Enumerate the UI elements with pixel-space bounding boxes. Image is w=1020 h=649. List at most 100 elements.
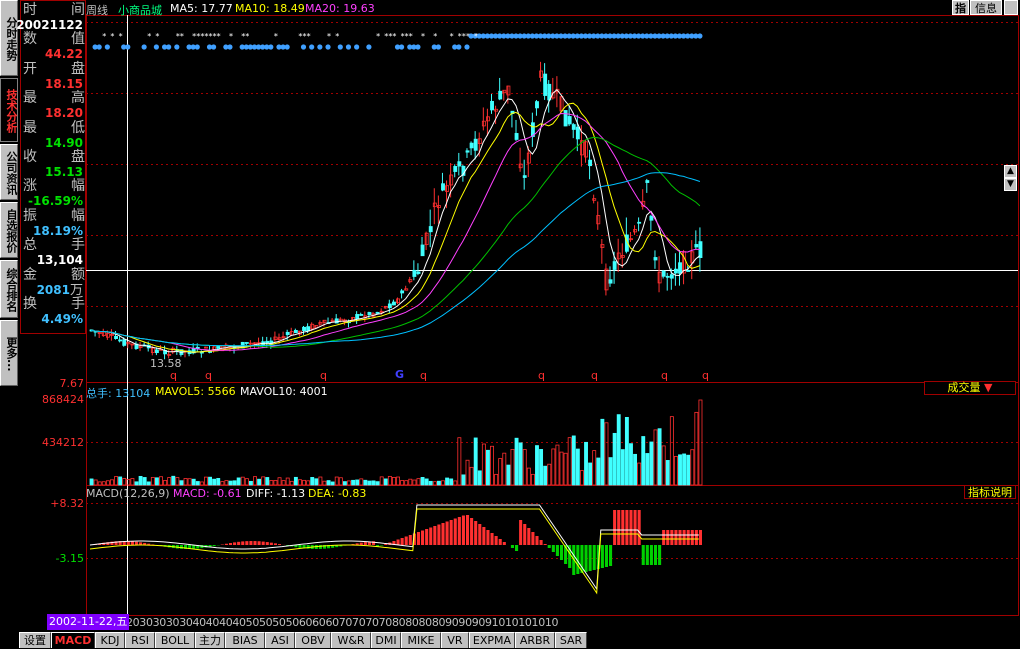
candle-body <box>114 335 119 340</box>
signal-star: * <box>147 32 151 41</box>
volume-bar <box>261 476 266 486</box>
volume-bar <box>130 478 135 486</box>
macd-bar <box>584 545 588 572</box>
volume-bar <box>110 479 114 486</box>
tab-vr[interactable]: VR <box>441 632 469 648</box>
macd-bar <box>257 541 261 545</box>
tab-wr[interactable]: W&R <box>331 632 371 648</box>
candle-body <box>204 346 208 349</box>
volume-bar <box>216 478 221 486</box>
signal-dot <box>284 44 290 50</box>
signal-dot <box>227 44 233 50</box>
candle-body <box>420 244 425 257</box>
volume-bar <box>334 476 339 486</box>
macd-bar <box>130 541 134 545</box>
stock-name: 小商品城 <box>118 4 162 17</box>
volume-bar <box>253 476 257 486</box>
macd-bar <box>482 527 486 545</box>
volume-bar <box>616 414 621 486</box>
diff-value: DIFF: -1.13 <box>246 487 306 500</box>
tab-dmi[interactable]: DMI <box>371 632 401 648</box>
volume-bar <box>293 476 298 486</box>
volume-bar <box>175 477 180 486</box>
tab-boll[interactable]: BOLL <box>155 632 195 648</box>
signal-star: * <box>433 32 437 41</box>
macd-bar <box>625 510 629 545</box>
macd-bar <box>686 530 690 545</box>
candle-body <box>330 319 335 322</box>
volume-axis-top: 868424 <box>42 393 84 406</box>
chart-canvas[interactable]: * * * * * * * * * * * * * * * * * * * * * * * * * * * * * * * * * * * * *q q q… <box>0 0 1020 631</box>
tab-[interactable]: 设置 <box>19 632 51 648</box>
date-axis-ticks: 2030303030404040405050505060606070707070… <box>126 616 559 629</box>
info-button[interactable]: 信息 <box>970 0 1002 15</box>
scroll-down-icon[interactable]: ▼ <box>1004 178 1017 191</box>
volume-bar <box>375 481 380 486</box>
macd-bar <box>249 541 253 545</box>
signal-dot <box>174 44 180 50</box>
tab-kdj[interactable]: KDJ <box>95 632 125 648</box>
candle-body <box>490 100 494 111</box>
macd-bar <box>494 536 498 545</box>
macd-bar <box>298 545 302 548</box>
volume-bar <box>367 480 372 486</box>
signal-dot <box>211 44 217 50</box>
macd-bar <box>449 520 453 545</box>
signal-dot <box>337 44 343 50</box>
tab-obv[interactable]: OBV <box>295 632 331 648</box>
volume-indicator-dropdown[interactable]: 成交量 ▼ <box>924 381 1016 395</box>
ma-line <box>90 102 701 353</box>
volume-bar <box>465 459 470 486</box>
signal-star: * <box>409 32 413 41</box>
volume-title: 总手: 13104 <box>86 387 151 400</box>
close-icon[interactable] <box>1004 0 1018 15</box>
macd-bar <box>547 545 551 548</box>
indicator-button[interactable]: 指 <box>952 0 969 15</box>
candle-body <box>359 314 364 316</box>
tab-[interactable]: 主力 <box>195 632 225 648</box>
mavol10-value: MAVOL10: 4001 <box>240 385 328 398</box>
signal-star: * <box>392 32 396 41</box>
macd-bar <box>690 530 694 545</box>
volume-bar <box>142 477 147 486</box>
macd-bar <box>658 545 662 565</box>
signal-dot <box>125 44 131 50</box>
macd-bar <box>212 545 216 547</box>
signal-dot <box>166 44 172 50</box>
q-marker: q <box>170 369 177 382</box>
scroll-up-icon[interactable]: ▲ <box>1004 165 1017 178</box>
volume-bar <box>694 411 699 486</box>
g-marker: G <box>395 368 404 381</box>
candle-body <box>469 142 474 149</box>
volume-bar <box>191 478 196 486</box>
candle-body <box>673 268 678 274</box>
candle-body <box>396 298 400 304</box>
tab-macd[interactable]: MACD <box>51 632 95 648</box>
macd-bar <box>380 545 384 546</box>
candle-body <box>273 336 278 340</box>
tab-asi[interactable]: ASI <box>265 632 295 648</box>
macd-bar <box>461 515 465 545</box>
chevron-down-icon: ▼ <box>984 381 993 394</box>
candle-body <box>318 322 323 325</box>
candle-body <box>539 70 544 78</box>
candle-body <box>379 310 384 313</box>
tab-bias[interactable]: BIAS <box>225 632 265 648</box>
volume-bar <box>122 478 127 486</box>
ma-line <box>90 88 701 354</box>
volume-bar <box>224 480 229 486</box>
tab-arbr[interactable]: ARBR <box>515 632 555 648</box>
volume-bar <box>232 480 237 486</box>
candle-body <box>130 343 135 346</box>
candle-body <box>686 270 691 272</box>
tab-mike[interactable]: MIKE <box>401 632 441 648</box>
candle-body <box>571 124 576 130</box>
tab-rsi[interactable]: RSI <box>125 632 155 648</box>
tab-expma[interactable]: EXPMA <box>469 632 515 648</box>
signal-dot <box>464 44 470 50</box>
tab-sar[interactable]: SAR <box>555 632 587 648</box>
indicator-explain-button[interactable]: 指标说明 <box>964 485 1016 499</box>
volume-bar <box>257 478 262 486</box>
volume-bar <box>580 470 584 486</box>
dea-value: DEA: -0.83 <box>308 487 367 500</box>
